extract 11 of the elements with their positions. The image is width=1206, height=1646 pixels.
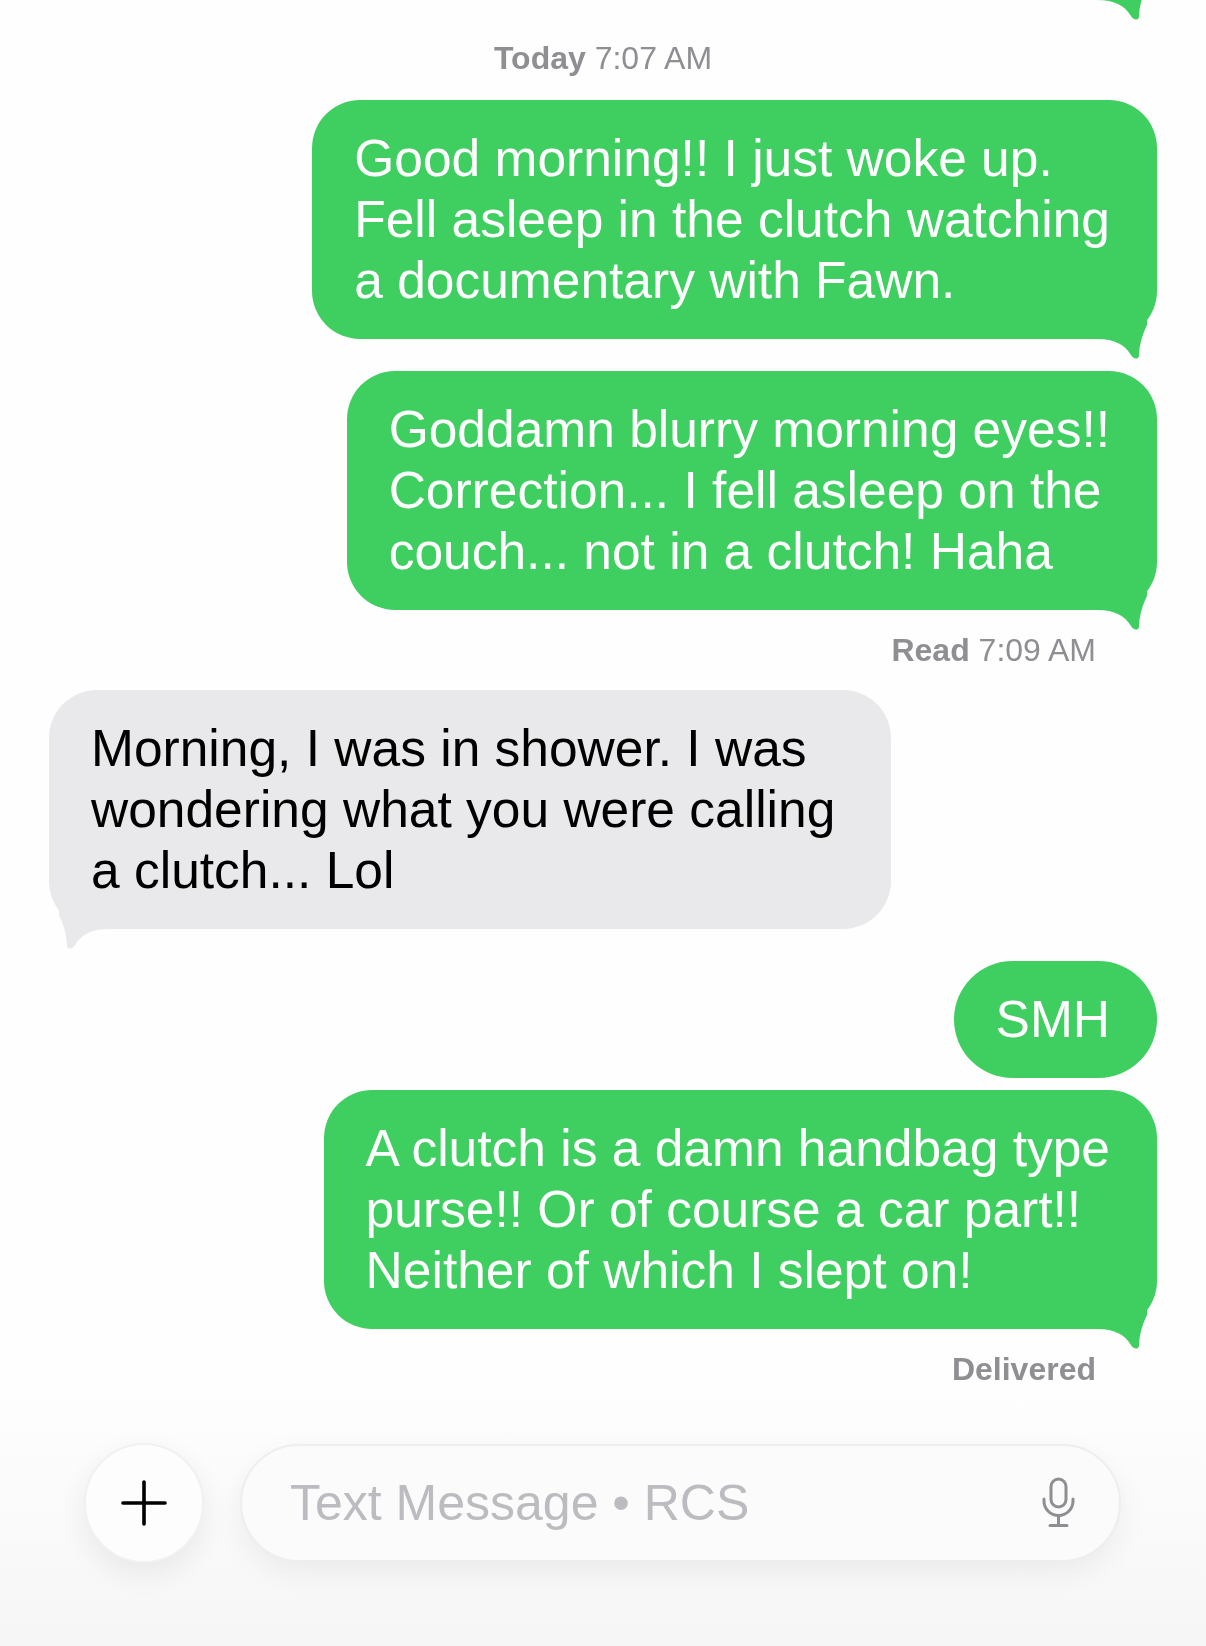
message-bubble: SMH <box>953 961 1157 1078</box>
delivery-status: Delivered <box>951 1351 1096 1387</box>
microphone-icon[interactable] <box>1040 1477 1077 1529</box>
message-bubble: Good morning!! I just woke up. Fell asleep in the clutch watching a documentary with Fawn. <box>312 100 1157 339</box>
message-input[interactable]: Text Message • RCS <box>240 1444 1121 1562</box>
plus-icon <box>121 1480 167 1526</box>
timestamp: Today 7:07 AM <box>493 40 713 76</box>
delivery-status: Read 7:09 AM <box>891 632 1096 668</box>
message-bubble: Goddamn blurry morning eyes!! Correction... I fell asleep on the couch... not in a clutch! Haha <box>346 371 1157 610</box>
message-bubble: Morning, I was in shower. I was wondering what you were calling a clutch... Lol <box>49 690 892 929</box>
message-bubble: A clutch is a damn handbag type purse!! Or of course a car part!! Neither of which I slept on! <box>323 1090 1157 1329</box>
